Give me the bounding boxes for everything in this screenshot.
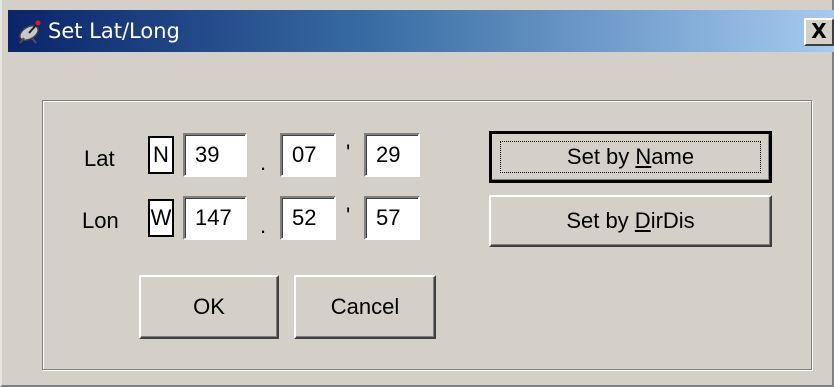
set-by-name-button[interactable]: Set by Name <box>489 131 772 183</box>
lat-deg-separator: . <box>260 150 267 175</box>
cancel-button[interactable]: Cancel <box>294 275 436 339</box>
lon-degrees-input[interactable]: 147 <box>183 196 247 240</box>
lat-degrees-input[interactable]: 39 <box>183 133 247 177</box>
ok-button[interactable]: OK <box>139 275 279 339</box>
lat-minutes-input[interactable]: 07 <box>280 133 336 177</box>
satellite-dish-icon <box>19 20 41 44</box>
lat-direction-field[interactable]: N <box>148 136 174 174</box>
lat-min-separator: ' <box>346 140 351 165</box>
close-button[interactable]: X <box>804 18 834 46</box>
set-by-dirdis-label: Set by DirDis <box>566 208 695 233</box>
lon-deg-separator: . <box>260 213 267 238</box>
set-latlong-dialog: Set Lat/Long X Lat N 39 . 07 ' 29 Lon W … <box>0 0 834 387</box>
ok-label: OK <box>193 294 225 319</box>
close-icon: X <box>811 19 827 43</box>
lon-seconds-input[interactable]: 57 <box>364 196 420 240</box>
lat-label: Lat <box>84 146 115 171</box>
cancel-label: Cancel <box>330 294 400 319</box>
title-bar[interactable]: Set Lat/Long X <box>8 10 834 52</box>
lon-direction-field[interactable]: W <box>148 199 174 237</box>
lon-min-separator: ' <box>346 203 351 228</box>
set-by-dirdis-button[interactable]: Set by DirDis <box>489 195 772 247</box>
lat-seconds-input[interactable]: 29 <box>364 133 420 177</box>
lon-label: Lon <box>82 208 119 233</box>
lon-minutes-input[interactable]: 52 <box>280 196 336 240</box>
window-title: Set Lat/Long <box>48 19 180 43</box>
focus-rectangle <box>500 141 761 173</box>
